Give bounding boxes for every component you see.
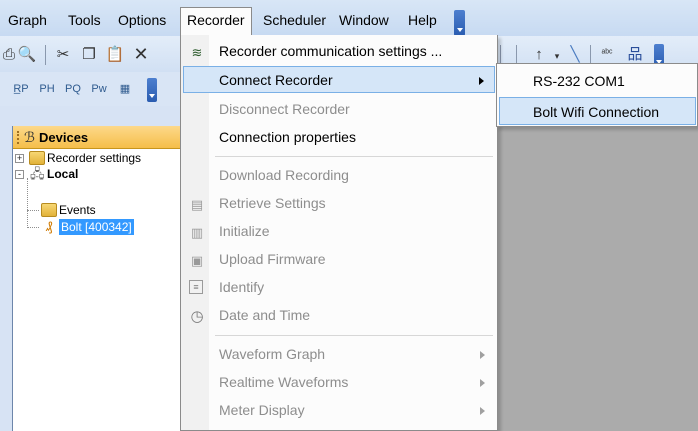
submenu-arrow-icon (479, 77, 484, 85)
menu-item-label: Identify (219, 279, 265, 295)
menu-tools[interactable]: Tools (64, 9, 105, 31)
menu-item-label: Initialize (219, 223, 270, 239)
devices-icon: ℬ (24, 129, 36, 145)
toolbar-separator (516, 45, 517, 65)
devices-panel-header[interactable]: ℬ Devices (13, 126, 185, 149)
menu-item-label: Bolt Wifi Connection (533, 104, 660, 120)
tree-item-events[interactable]: Events (13, 202, 185, 218)
menu-help[interactable]: Help (404, 9, 441, 31)
rp-tool-icon[interactable]: R̲P (12, 80, 30, 98)
menu-item-waveform-graph[interactable]: Waveform Graph (183, 341, 495, 368)
menu-item-label: Realtime Waveforms (219, 374, 349, 390)
devices-panel-title: Devices (39, 130, 89, 145)
submenu-item-rs232-com1[interactable]: RS-232 COM1 (499, 67, 696, 95)
menubar-overflow-grip[interactable] (454, 10, 465, 36)
plug-icon: ≋ (191, 44, 203, 60)
tree-item-bolt[interactable]: ₰ Bolt [400342] (13, 219, 185, 235)
submenu-arrow-icon (480, 379, 485, 387)
menu-window[interactable]: Window (335, 9, 393, 31)
tree-item-label: Recorder settings (47, 151, 142, 165)
menu-scheduler[interactable]: Scheduler (259, 9, 330, 31)
tree-item-local[interactable]: - 🖧 Local (13, 166, 185, 182)
connect-recorder-submenu: RS-232 COM1 Bolt Wifi Connection (496, 63, 698, 127)
menu-item-label: Disconnect Recorder (219, 101, 350, 117)
menu-item-connection-properties[interactable]: Connection properties (183, 124, 495, 151)
computer-network-icon: 🖧 (30, 166, 45, 181)
menu-item-label: Date and Time (219, 307, 311, 323)
menu-separator (215, 156, 493, 157)
pq-tool-icon[interactable]: PQ (64, 80, 82, 98)
tree-item-recorder-settings[interactable]: + Recorder settings (13, 150, 185, 166)
menu-item-identify[interactable]: ≡ Identify (183, 274, 495, 301)
ph-tool-icon[interactable]: PH (38, 80, 56, 98)
menu-item-date-and-time[interactable]: ◷ Date and Time (183, 302, 495, 329)
menu-item-connect-recorder[interactable]: Connect Recorder (183, 66, 495, 93)
folder-icon (29, 151, 45, 165)
submenu-arrow-icon (480, 407, 485, 415)
paste-icon[interactable]: 📋 (106, 45, 125, 63)
toolbar-separator (500, 45, 501, 65)
toolbar-separator (45, 45, 46, 65)
menu-item-label: Meter Display (219, 402, 305, 418)
menu-item-label: Recorder communication settings ... (219, 43, 443, 59)
menu-item-meter-display[interactable]: Meter Display (183, 397, 495, 424)
upload-firmware-icon: ▣ (190, 252, 204, 268)
arrow-up-icon[interactable]: ↑ (530, 45, 548, 63)
tree-item-label: Local (47, 167, 79, 181)
tree-item-label: Events (59, 203, 96, 217)
toolbar-overflow-grip[interactable] (147, 78, 157, 102)
submenu-item-bolt-wifi[interactable]: Bolt Wifi Connection (499, 97, 696, 125)
mdi-client-area (484, 124, 698, 431)
clock-icon: ◷ (190, 307, 204, 325)
menu-graph[interactable]: Graph (4, 9, 51, 31)
tree-collapse-icon[interactable]: - (15, 170, 24, 179)
identify-icon: ≡ (189, 280, 203, 294)
folder-icon (41, 203, 57, 217)
menu-bar: Graph Tools Options Recorder Scheduler W… (0, 0, 698, 36)
initialize-icon: ▥ (190, 224, 204, 240)
toolbar-separator (590, 45, 591, 65)
menu-item-upload-firmware[interactable]: ▣ Upload Firmware (183, 246, 495, 273)
line-tool-icon[interactable]: ╲ (566, 45, 584, 63)
pw-tool-icon[interactable]: Pw (90, 80, 108, 98)
panel-grip (17, 131, 20, 144)
menu-item-label: Connect Recorder (219, 72, 333, 88)
menu-item-label: Waveform Graph (219, 346, 326, 362)
menu-options[interactable]: Options (114, 9, 170, 31)
tree-expand-icon[interactable]: + (15, 154, 24, 163)
cut-icon[interactable]: ✂ (54, 45, 72, 63)
recorder-device-icon: ₰ (45, 219, 53, 234)
menu-item-retrieve-settings[interactable]: ▤ Retrieve Settings (183, 190, 495, 217)
text-tool-icon[interactable]: ᵃᵇᶜ (598, 45, 616, 63)
menu-item-label: Download Recording (219, 167, 349, 183)
cal-tool-icon[interactable]: ▦ (116, 80, 134, 98)
menu-item-label: Retrieve Settings (219, 195, 326, 211)
network-icon[interactable]: 品 (626, 45, 644, 63)
copy-icon[interactable]: ❐ (80, 45, 98, 63)
menu-item-initialize[interactable]: ▥ Initialize (183, 218, 495, 245)
menu-item-communication-settings[interactable]: ≋ Recorder communication settings ... (183, 38, 495, 65)
menu-item-label: Upload Firmware (219, 251, 326, 267)
delete-icon[interactable]: ✕ (132, 45, 150, 63)
menu-item-download-recording[interactable]: Download Recording (183, 162, 495, 189)
menu-item-label: RS-232 COM1 (533, 73, 625, 89)
print-preview-icon[interactable]: 🔍 (18, 45, 37, 63)
recorder-menu-dropdown: ≋ Recorder communication settings ... Co… (180, 35, 498, 431)
menu-item-realtime-waveforms[interactable]: Realtime Waveforms (183, 369, 495, 396)
devices-panel: ℬ Devices + Recorder settings - 🖧 Local … (12, 126, 185, 431)
menu-recorder[interactable]: Recorder (180, 7, 252, 36)
tree-item-label: Bolt [400342] (59, 219, 134, 235)
menu-item-label: Connection properties (219, 129, 356, 145)
retrieve-settings-icon: ▤ (190, 196, 204, 212)
menu-separator (215, 335, 493, 336)
print-icon[interactable]: ⎙ (0, 45, 18, 63)
menu-item-disconnect-recorder[interactable]: Disconnect Recorder (183, 96, 495, 123)
submenu-arrow-icon (480, 351, 485, 359)
